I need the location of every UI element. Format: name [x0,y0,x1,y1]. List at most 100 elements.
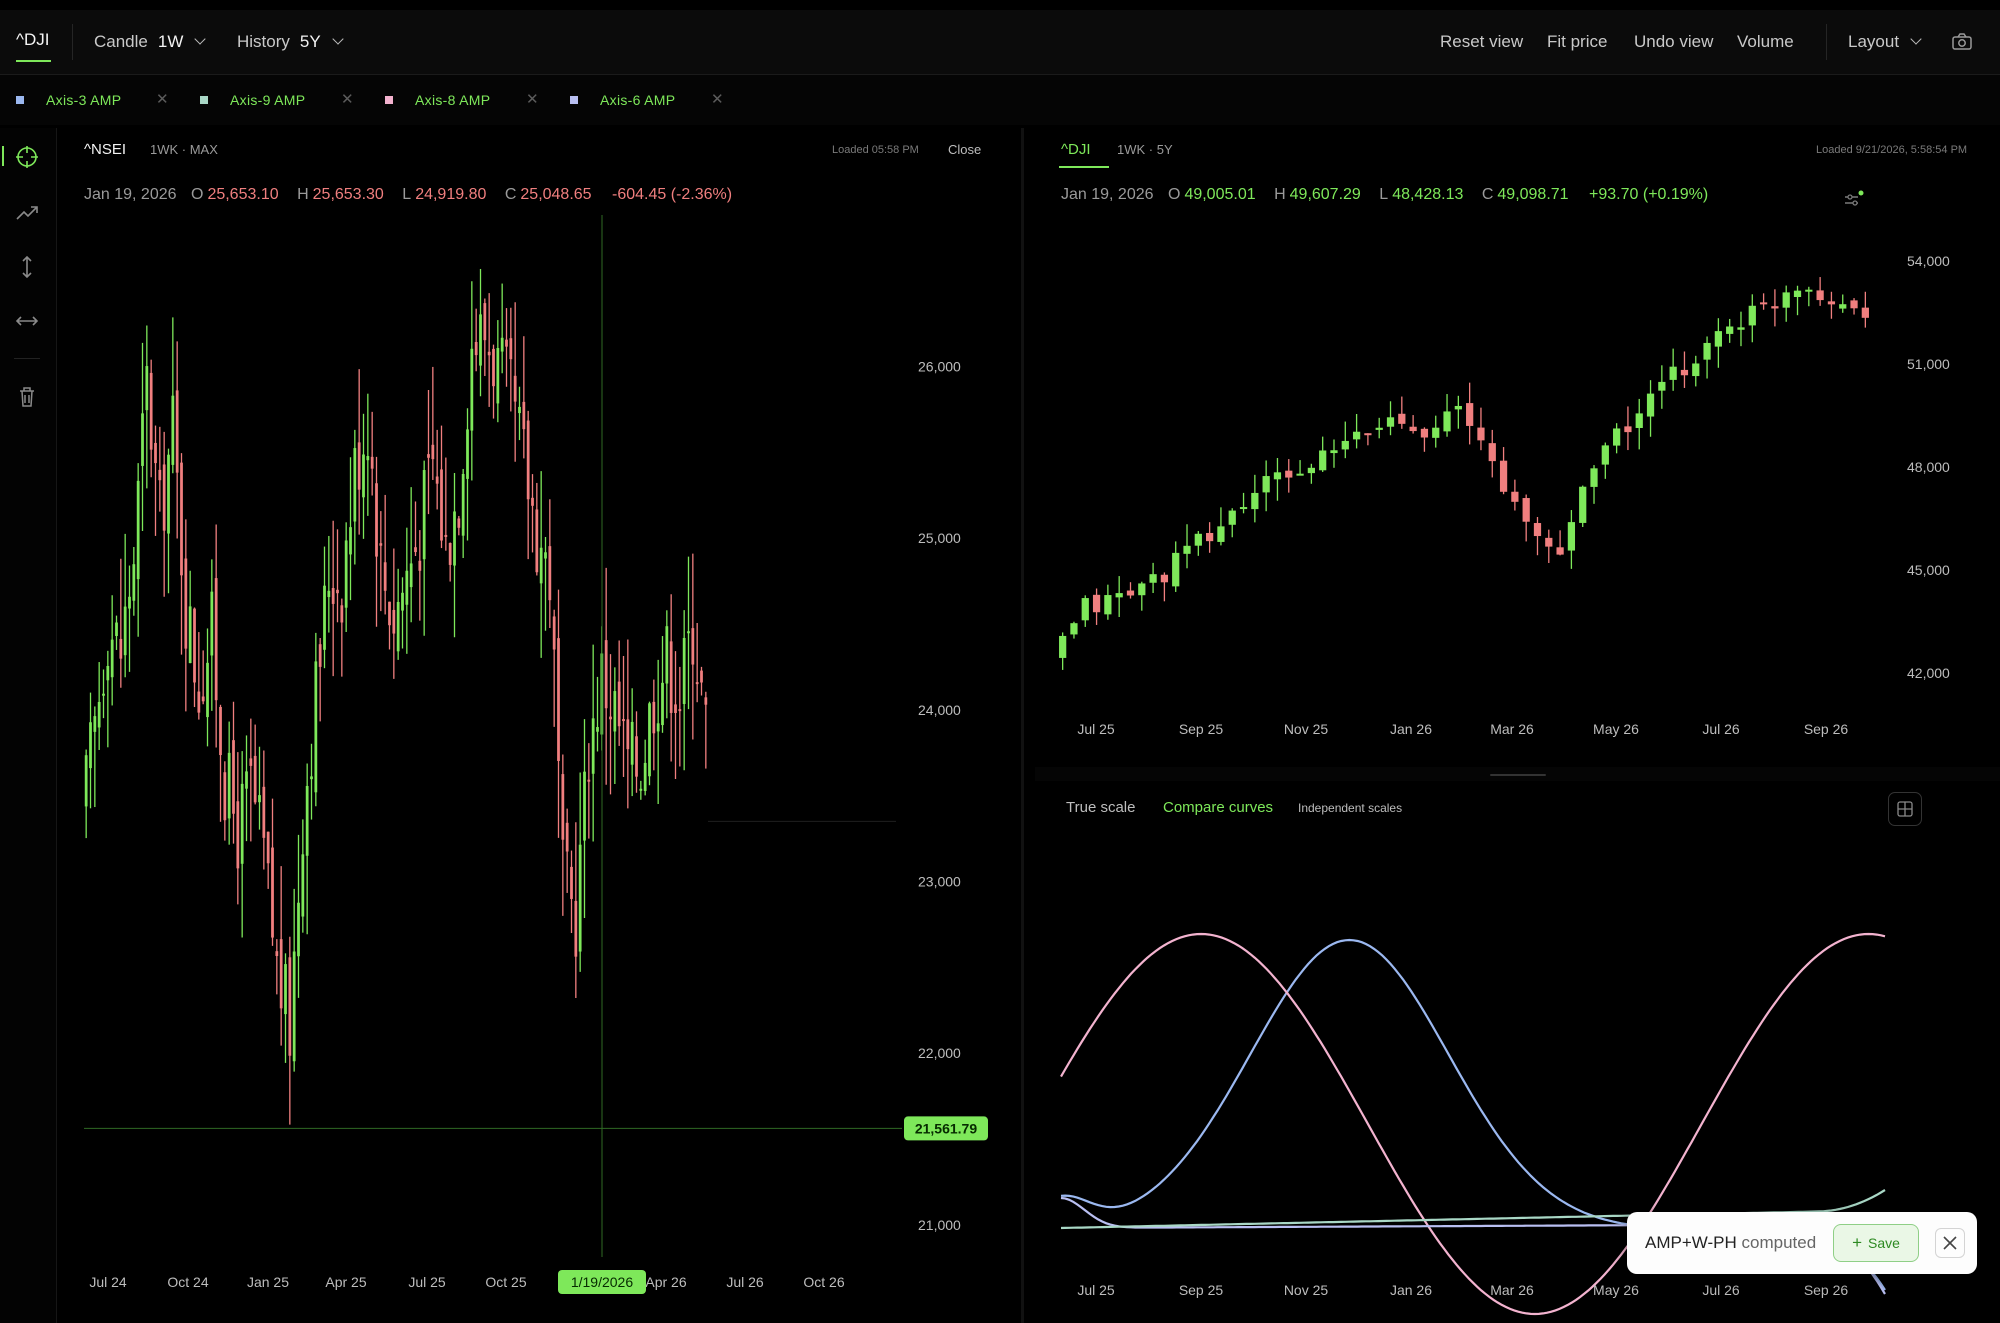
candle-body [617,681,621,727]
candle-body [279,939,283,1009]
chart-type-dropdown[interactable]: Candle 1W [94,10,207,74]
x-tick-label: Jul 26 [1702,1282,1740,1298]
x-tick-label: Jul 24 [89,1274,127,1290]
candle-body [1138,583,1146,596]
remove-series-close-icon[interactable]: ✕ [711,75,724,125]
candle-body [206,662,209,718]
x-tick-label: Jan 25 [247,1274,289,1290]
table-view-button[interactable] [1888,792,1922,826]
remove-series-close-icon[interactable]: ✕ [341,75,354,125]
candle-body [1635,413,1643,428]
left-panel-header: ^NSEI 1WK · MAX Loaded 05:58 PM Close [56,128,1020,172]
symbol-tab[interactable]: ^DJI [16,10,53,74]
candle-body [1726,326,1734,334]
nsei-candlestick-chart[interactable]: 26,000 25,000 24,000 23,000 22,000 21,000 Jul … [56,212,1020,1323]
legend-item-axis-6[interactable]: Axis-6 AMP [570,75,675,125]
save-button[interactable]: + Save [1833,1224,1919,1262]
y-tick-label: 54,000 [1907,253,1950,269]
candle-body [253,755,257,803]
remove-series-close-icon[interactable]: ✕ [526,75,539,125]
candle-body [1861,307,1869,318]
candle-body [604,640,608,709]
y-tick-label: 51,000 [1907,356,1950,372]
horizontal-measure-icon[interactable] [14,308,40,334]
dji-candlestick-chart[interactable]: 54,000 51,000 48,000 45,000 42,000 Jul 25 Sep … [1035,220,2000,765]
x-tick-label: Oct 26 [803,1274,844,1290]
panel-symbol[interactable]: ^NSEI [84,128,126,172]
candle-body [539,547,543,584]
close-toast-button[interactable] [1935,1228,1965,1258]
candle-body [1613,428,1621,446]
candle-body [366,456,370,461]
undo-view-button[interactable]: Undo view [1634,10,1713,74]
crosshair-icon[interactable] [14,144,40,170]
close-icon [1943,1236,1957,1250]
candle-body [102,693,105,696]
candle-body [1793,290,1802,298]
tab-independent-scales[interactable]: Independent scales [1298,790,1402,826]
chevron-down-icon [194,33,207,45]
candle-body [669,641,673,713]
crosshair-price-label: 21,561.79 [915,1120,977,1136]
candle-body [141,413,144,466]
ohlc-change: -604.45 (-2.36%) [612,186,733,203]
legend-item-axis-8[interactable]: Axis-8 AMP [385,75,490,125]
toast-message: AMP+W-PH computed [1645,1212,1816,1274]
candle-body [422,470,426,560]
settings-sliders-icon[interactable] [1842,189,1864,209]
panel-divider[interactable] [1021,128,1024,1323]
resize-handle[interactable] [1490,774,1546,776]
candle-body [674,704,677,713]
candle-body [552,616,556,650]
legend-label: Axis-6 AMP [600,92,676,108]
chevron-down-icon [332,33,344,45]
candle-body [379,543,383,546]
vertical-measure-icon[interactable] [14,254,40,280]
trash-icon[interactable] [14,384,40,410]
crosshair-date-label: 1/19/2026 [571,1274,633,1290]
volume-button[interactable]: Volume [1737,10,1794,74]
candle-body [375,483,378,557]
table-icon [1897,801,1913,817]
candle-body [1499,460,1508,492]
candle-body [1805,289,1813,292]
chart-type-label: Candle [94,32,148,51]
candle-body [1341,440,1349,450]
candle-body [340,605,344,623]
candle-body [106,665,110,681]
legend-label: Axis-9 AMP [230,92,306,108]
legend-item-axis-3[interactable]: Axis-3 AMP [16,75,121,125]
history-dropdown[interactable]: History 5Y [237,10,344,74]
candle-body [89,722,92,769]
fit-price-button[interactable]: Fit price [1547,10,1607,74]
ohlc-readout: Jan 19, 2026 O 49,005.01 H 49,607.29 L 48,4… [1061,186,1709,203]
candle-body [344,540,348,608]
candle-body [249,758,253,766]
layout-dropdown[interactable]: Layout [1848,10,1922,74]
ohlc-high: 25,653.30 [312,186,384,203]
tab-true-scale[interactable]: True scale [1066,790,1135,826]
candle-body [184,558,188,649]
candle-body [323,585,326,650]
x-tick-label: Oct 25 [485,1274,526,1290]
x-tick-label: Jul 25 [408,1274,446,1290]
candle-body [1545,537,1553,547]
reset-view-button[interactable]: Reset view [1440,10,1523,74]
candle-body [522,401,526,430]
candle-body [132,564,136,601]
candle-body [362,454,365,498]
y-tick-label: 42,000 [1907,665,1950,681]
candle-body [509,338,513,360]
legend-item-axis-9[interactable]: Axis-9 AMP [200,75,305,125]
tab-compare-curves[interactable]: Compare curves [1163,790,1273,826]
candle-body [487,351,491,356]
candle-body [1748,305,1756,326]
candle-body [1443,411,1451,432]
candle-body [232,740,235,814]
candle-body [1601,445,1609,465]
close-panel-button[interactable]: Close [948,128,981,172]
remove-series-close-icon[interactable]: ✕ [156,75,169,125]
candle-body [622,719,625,722]
camera-icon[interactable] [1951,32,1973,52]
trend-line-icon[interactable] [14,200,40,226]
